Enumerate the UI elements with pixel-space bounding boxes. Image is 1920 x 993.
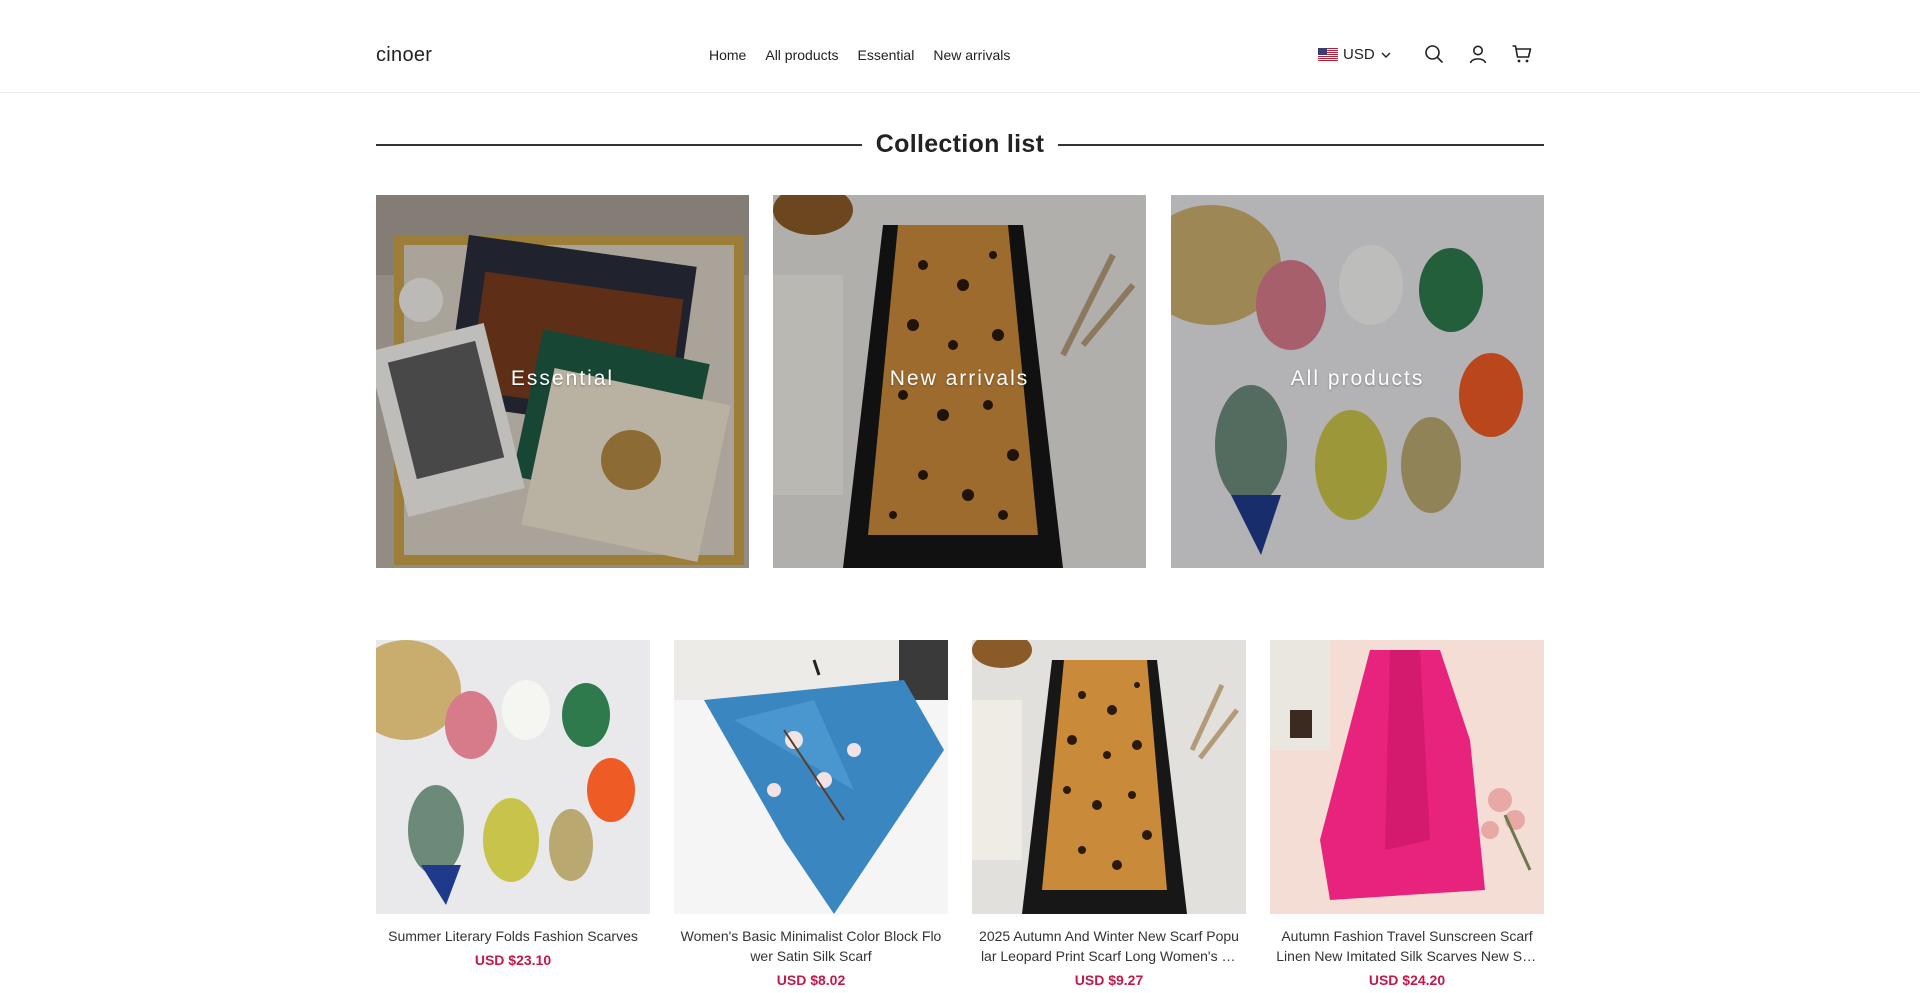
product-image (972, 640, 1246, 914)
product-card[interactable]: Women's Basic Minimalist Color Block Flo… (674, 640, 948, 988)
collection-label: All products (1290, 367, 1425, 390)
section-title: Collection list (875, 130, 1045, 158)
collection-label: Essential (510, 367, 615, 390)
product-card[interactable]: Summer Literary Folds Fashion Scarves US… (376, 640, 650, 968)
nav-all-products[interactable]: All products (765, 47, 838, 63)
collection-label: New arrivals (889, 367, 1030, 390)
product-price: USD $24.20 (1368, 972, 1446, 988)
product-image (1270, 640, 1544, 914)
collection-card-all-products[interactable]: All products (1171, 195, 1544, 568)
collection-card-essential[interactable]: Essential (376, 195, 749, 568)
nav-new-arrivals[interactable]: New arrivals (933, 47, 1010, 63)
heading-divider-left (376, 144, 862, 146)
product-name: Summer Literary Folds Fashion Scarves (388, 928, 638, 944)
product-price: USD $9.27 (1074, 972, 1144, 988)
chevron-down-icon (1381, 52, 1391, 58)
product-image (674, 640, 948, 914)
account-icon[interactable] (1467, 43, 1489, 65)
product-image (376, 640, 650, 914)
product-price: USD $8.02 (776, 972, 846, 988)
product-name: 2025 Autumn And Winter New Scarf Popular… (979, 928, 1239, 964)
store-logo[interactable]: cinoer (376, 44, 432, 67)
main-nav: Home All products Essential New arrivals (709, 47, 1010, 63)
nav-home[interactable]: Home (709, 47, 746, 63)
product-name: Autumn Fashion Travel Sunscreen Scarf Li… (1276, 928, 1538, 964)
cart-icon[interactable] (1511, 43, 1533, 65)
product-card[interactable]: 2025 Autumn And Winter New Scarf Popular… (972, 640, 1246, 988)
product-name: Women's Basic Minimalist Color Block Flo… (680, 928, 942, 964)
site-header: cinoer Home All products Essential New a… (0, 0, 1920, 93)
product-card[interactable]: Autumn Fashion Travel Sunscreen Scarf Li… (1270, 640, 1544, 988)
product-price: USD $23.10 (474, 952, 552, 968)
search-icon[interactable] (1423, 43, 1445, 65)
us-flag-icon (1318, 48, 1338, 61)
currency-label: USD (1343, 46, 1375, 63)
heading-divider-right (1058, 144, 1544, 146)
nav-essential[interactable]: Essential (858, 47, 915, 63)
collection-list-heading: Collection list (376, 124, 1544, 164)
currency-selector[interactable]: USD (1318, 46, 1391, 63)
collection-card-new-arrivals[interactable]: New arrivals (773, 195, 1146, 568)
